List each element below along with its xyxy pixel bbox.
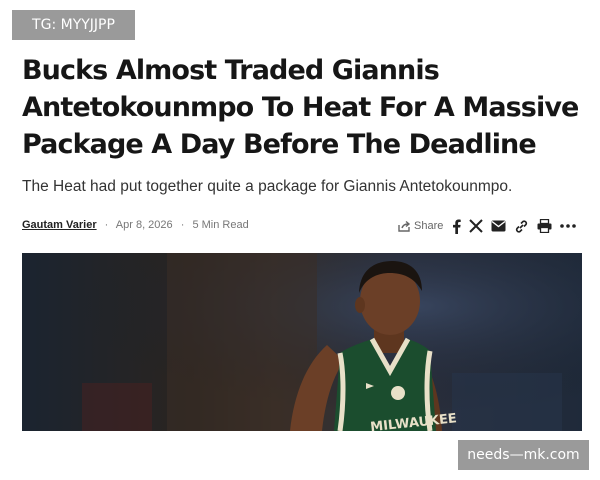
player-photo: MILWAUKEE	[22, 253, 582, 431]
article-meta: Gautam Varier · Apr 8, 2026 · 5 Min Read	[22, 219, 249, 231]
article-headline: Bucks Almost Traded Giannis Antetokounmp…	[22, 52, 582, 163]
email-icon[interactable]	[491, 217, 506, 235]
more-icon[interactable]	[560, 217, 577, 235]
article-hero-image: MILWAUKEE	[22, 253, 582, 431]
share-icon	[398, 220, 411, 232]
x-icon[interactable]	[469, 217, 484, 235]
read-time: 5 Min Read	[192, 219, 249, 231]
meta-separator: ·	[180, 219, 185, 231]
headline-line: Bucks Almost Traded Giannis	[22, 55, 440, 86]
headline-line: Package A Day Before The Deadline	[22, 129, 537, 160]
share-bar: Share	[398, 216, 584, 236]
meta-separator: ·	[104, 219, 109, 231]
watermark-top: TG: MYYJJPP	[12, 10, 135, 40]
facebook-icon[interactable]	[452, 217, 462, 235]
article-subheadline: The Heat had put together quite a packag…	[22, 178, 513, 195]
publish-date: Apr 8, 2026	[115, 219, 173, 231]
watermark-bottom: needs—mk.com	[458, 440, 589, 470]
author-link[interactable]: Gautam Varier	[22, 219, 97, 231]
share-label: Share	[414, 220, 444, 232]
link-icon[interactable]	[514, 217, 529, 235]
print-icon[interactable]	[537, 217, 552, 235]
headline-line: Antetokounmpo To Heat For A Massive	[22, 92, 579, 123]
share-button[interactable]: Share	[398, 220, 443, 232]
